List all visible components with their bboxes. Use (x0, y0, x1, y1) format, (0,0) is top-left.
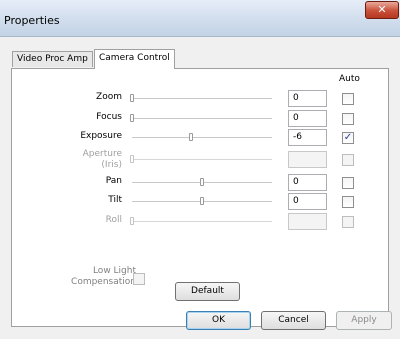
pan-value-field[interactable]: 0 (288, 174, 327, 191)
focus-slider[interactable] (130, 114, 272, 122)
focus-label: Focus (96, 112, 122, 122)
roll-slider (130, 217, 272, 225)
exposure-slider-thumb[interactable] (188, 133, 193, 141)
aperture-slider-thumb (130, 155, 134, 163)
tilt-value-field[interactable]: 0 (288, 193, 327, 210)
exposure-auto-checkbox[interactable]: ✓ (342, 132, 354, 144)
zoom-slider[interactable] (130, 94, 272, 102)
aperture-label: Aperture (Iris) (82, 149, 122, 170)
roll-label: Roll (105, 215, 122, 225)
zoom-label: Zoom (96, 92, 122, 102)
tilt-slider[interactable] (132, 197, 272, 205)
tab-label: Video Proc Amp (17, 54, 88, 64)
tilt-label: Tilt (108, 195, 122, 205)
tab-video-proc-amp[interactable]: Video Proc Amp (12, 51, 93, 67)
pan-auto-checkbox[interactable] (342, 177, 354, 189)
roll-auto-checkbox (342, 216, 354, 228)
ok-button[interactable]: OK (186, 311, 251, 330)
focus-auto-checkbox[interactable] (342, 113, 354, 125)
exposure-value-field[interactable]: -6 (288, 129, 327, 146)
default-button[interactable]: Default (175, 282, 240, 301)
focus-slider-thumb[interactable] (130, 114, 134, 122)
close-icon: ✕ (377, 3, 387, 16)
window-title: Properties (4, 14, 60, 27)
roll-value-field (288, 213, 327, 230)
zoom-auto-checkbox[interactable] (342, 93, 354, 105)
check-icon: ✓ (343, 132, 353, 143)
low-light-compensation-label: Low Light Compensation (71, 266, 136, 287)
ok-button-label: OK (212, 315, 225, 325)
tilt-auto-checkbox[interactable] (342, 196, 354, 208)
cancel-button[interactable]: Cancel (261, 311, 326, 330)
pan-slider[interactable] (132, 178, 272, 186)
zoom-value-field[interactable]: 0 (288, 90, 327, 107)
exposure-label: Exposure (80, 131, 122, 141)
zoom-slider-thumb[interactable] (130, 94, 134, 102)
aperture-auto-checkbox (342, 154, 354, 166)
cancel-button-label: Cancel (278, 315, 309, 325)
exposure-slider[interactable] (132, 133, 272, 141)
dialog-client-area: Video Proc Amp Camera Control Auto Zoom 0… (0, 37, 400, 339)
pan-label: Pan (105, 176, 122, 186)
apply-button-label: Apply (351, 315, 377, 325)
aperture-slider (130, 155, 272, 163)
tab-label: Camera Control (99, 53, 170, 63)
close-button[interactable]: ✕ (365, 1, 399, 19)
title-bar[interactable]: Properties ✕ (0, 0, 400, 37)
aperture-value-field (288, 151, 327, 168)
tilt-slider-thumb[interactable] (200, 197, 204, 205)
tab-camera-control[interactable]: Camera Control (94, 49, 175, 69)
focus-value-field[interactable]: 0 (288, 110, 327, 127)
pan-slider-thumb[interactable] (200, 178, 204, 186)
low-light-compensation-checkbox[interactable] (133, 273, 145, 285)
roll-slider-thumb (130, 217, 134, 225)
default-button-label: Default (191, 286, 224, 296)
auto-column-header: Auto (339, 74, 360, 84)
apply-button[interactable]: Apply (336, 311, 392, 330)
camera-control-panel: Auto Zoom 0 Focus 0 Exposure -6 ✓ Aperture (Iri… (11, 68, 389, 327)
